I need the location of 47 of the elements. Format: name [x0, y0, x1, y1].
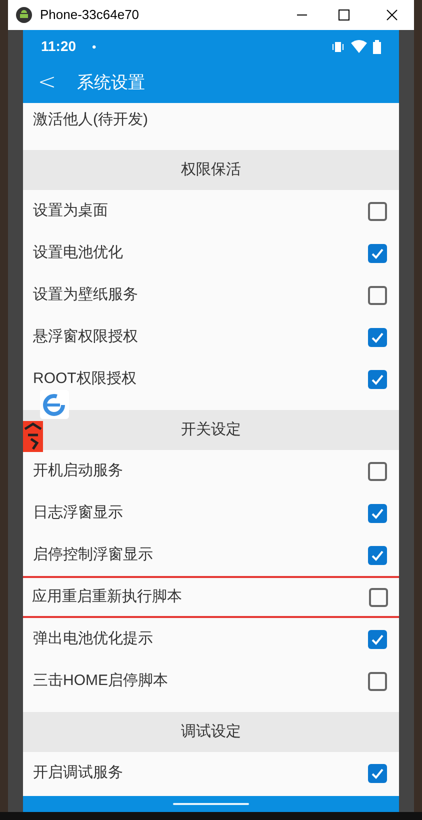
page-title: 系统设置 [77, 72, 145, 94]
window-title: Phone-33c64e70 [40, 6, 140, 24]
setting-label: 日志浮窗显示 [33, 502, 124, 523]
check-icon [371, 766, 384, 780]
section-header: 开关设定 [23, 410, 399, 450]
setting-label: 弹出电池优化提示 [33, 628, 154, 649]
setting-label: 开机启动服务 [33, 460, 124, 481]
setting-label: 设置为桌面 [33, 200, 109, 221]
check-icon [371, 372, 384, 386]
vibrate-icon [331, 40, 345, 54]
section-header: 权限保活 [23, 150, 399, 190]
checkbox[interactable] [368, 370, 387, 388]
check-icon [371, 632, 384, 646]
setting-label: 激活他人(待开发) [33, 110, 148, 130]
close-button[interactable] [386, 9, 398, 21]
check-icon [371, 330, 384, 344]
setting-label: 设置电池优化 [33, 242, 124, 263]
android-icon [16, 7, 32, 23]
check-icon [371, 246, 384, 260]
checkbox[interactable] [368, 504, 387, 522]
back-button[interactable]: < [37, 72, 57, 94]
checkbox[interactable] [368, 244, 387, 262]
setting-label: 应用重启重新执行脚本 [32, 586, 183, 607]
checkbox[interactable] [368, 672, 387, 690]
battery-icon [373, 40, 381, 54]
section-header: 调试设定 [23, 712, 399, 752]
checkbox[interactable] [368, 462, 387, 480]
maximize-button[interactable] [338, 9, 350, 21]
check-icon [371, 548, 384, 562]
checkbox[interactable] [368, 764, 387, 782]
setting-label: 三击HOME启停脚本 [33, 670, 169, 691]
check-icon [371, 506, 384, 520]
setting-label: ROOT权限授权 [33, 368, 138, 389]
notification-dot: • [92, 38, 96, 56]
clock: 11:20 [41, 37, 76, 56]
setting-label: 启停控制浮窗显示 [33, 544, 154, 565]
checkbox[interactable] [368, 286, 387, 304]
checkbox[interactable] [368, 202, 387, 220]
wifi-icon [351, 40, 367, 54]
checkbox[interactable] [369, 588, 388, 606]
app-icon [23, 421, 43, 452]
checkbox[interactable] [368, 546, 387, 564]
setting-label: 悬浮窗权限授权 [33, 326, 139, 347]
setting-label: 设置为壁纸服务 [33, 284, 139, 305]
checkbox[interactable] [368, 630, 387, 648]
setting-label: 开启调试服务 [33, 762, 124, 783]
checkbox[interactable] [368, 328, 387, 346]
